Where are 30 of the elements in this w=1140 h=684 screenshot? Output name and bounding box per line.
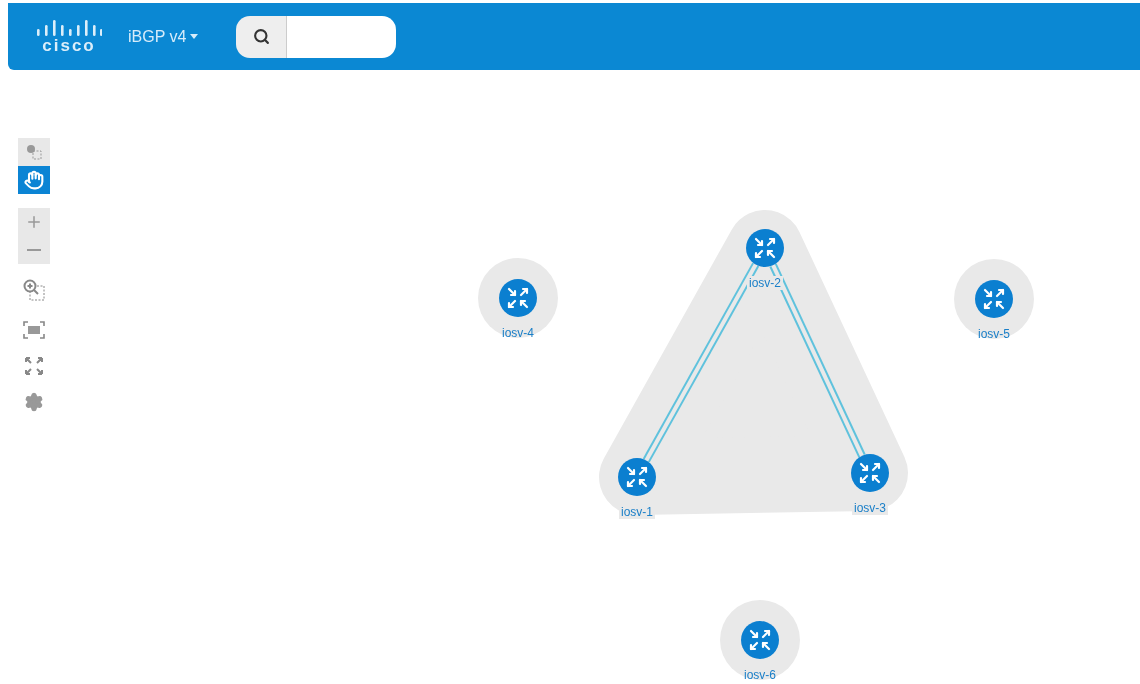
caret-icon <box>190 34 199 39</box>
node-label: iosv-4 <box>502 326 534 340</box>
search-field[interactable] <box>287 15 397 58</box>
select-icon <box>25 143 43 161</box>
node-label: iosv-6 <box>744 668 776 682</box>
router-icon[interactable] <box>851 454 889 492</box>
logo-bars-icon <box>36 19 102 36</box>
logo-text: cisco <box>42 36 96 54</box>
zoom-out-button[interactable] <box>18 236 50 264</box>
plus-icon <box>25 213 43 231</box>
search-icon <box>252 28 270 45</box>
router-icon[interactable] <box>741 621 779 659</box>
node-label: iosv-3 <box>852 501 888 515</box>
select-tool[interactable] <box>18 138 50 166</box>
zoom-region-icon <box>22 278 46 302</box>
router-icon[interactable] <box>746 229 784 267</box>
node-label: iosv-5 <box>978 327 1010 341</box>
project-dropdown[interactable]: iBGP v4 <box>128 27 199 46</box>
node-label: iosv-2 <box>747 276 783 290</box>
pan-tool[interactable] <box>18 166 50 194</box>
fit-icon <box>22 320 46 340</box>
router-icon[interactable] <box>618 458 656 496</box>
router-icon[interactable] <box>499 279 537 317</box>
gear-icon <box>24 392 44 412</box>
search-button[interactable] <box>236 15 288 58</box>
hand-icon <box>24 170 44 190</box>
minus-icon <box>27 249 41 251</box>
router-icon[interactable] <box>975 280 1013 318</box>
expand-icon <box>23 355 45 377</box>
node-label: iosv-1 <box>619 505 655 519</box>
